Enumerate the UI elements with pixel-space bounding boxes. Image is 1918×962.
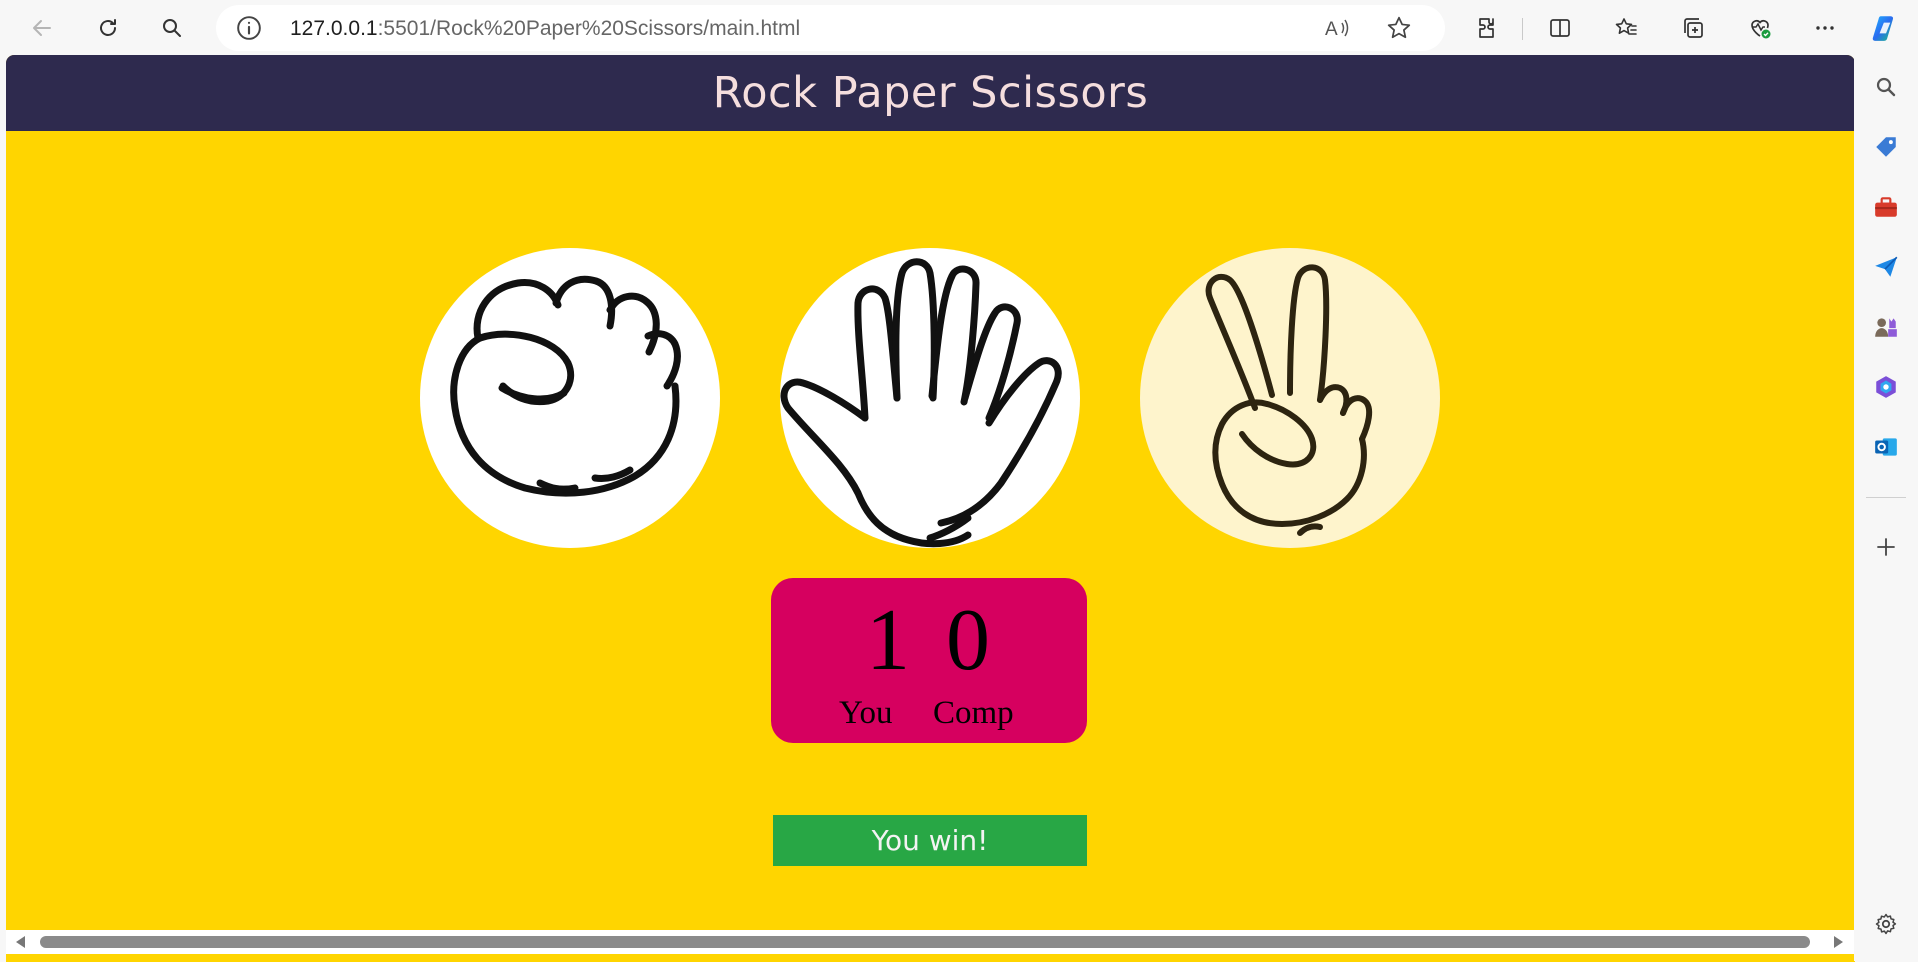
- search-icon[interactable]: [1872, 73, 1900, 101]
- url-path: :5501/Rock%20Paper%20Scissors/main.html: [377, 17, 801, 40]
- address-bar[interactable]: 127.0.0.1:5501/Rock%20Paper%20Scissors/m…: [216, 5, 1445, 51]
- sidebar-divider: [1866, 497, 1906, 498]
- favorite-star-icon[interactable]: [1386, 15, 1412, 41]
- favorites-icon[interactable]: [1606, 8, 1646, 48]
- svg-text:A: A: [1325, 19, 1338, 40]
- result-message: You win!: [773, 815, 1087, 866]
- scroll-right-arrow-icon[interactable]: [1834, 936, 1843, 948]
- read-aloud-icon[interactable]: A: [1324, 16, 1352, 40]
- browser-essentials-icon[interactable]: [1740, 8, 1780, 48]
- browser-toolbar: 127.0.0.1:5501/Rock%20Paper%20Scissors/m…: [0, 0, 1918, 55]
- copilot-icon[interactable]: [1866, 8, 1906, 48]
- horizontal-scrollbar[interactable]: [6, 930, 1855, 954]
- comp-score-label: Comp: [933, 695, 1014, 731]
- tools-icon[interactable]: [1872, 193, 1900, 221]
- choice-rock[interactable]: [420, 248, 720, 548]
- page-viewport: Rock Paper Scissors 1 0 You Comp You win…: [6, 55, 1855, 962]
- user-score: 1: [866, 592, 910, 689]
- result-message-text: You win!: [871, 824, 989, 857]
- url-text[interactable]: 127.0.0.1:5501/Rock%20Paper%20Scissors/m…: [290, 17, 800, 41]
- scroll-left-arrow-icon[interactable]: [16, 936, 25, 948]
- add-icon[interactable]: [1872, 533, 1900, 561]
- shopping-tag-icon[interactable]: [1872, 133, 1900, 161]
- page-title: Rock Paper Scissors: [712, 68, 1149, 118]
- user-score-label: You: [839, 695, 893, 731]
- browser-sidebar: [1854, 55, 1918, 961]
- choice-paper[interactable]: [780, 248, 1080, 548]
- scrollbar-thumb[interactable]: [40, 936, 1810, 948]
- paper-hand-icon: [780, 258, 1062, 548]
- site-info-icon[interactable]: [236, 15, 262, 41]
- games-icon[interactable]: [1872, 313, 1900, 341]
- split-screen-icon[interactable]: [1540, 8, 1580, 48]
- url-host: 127.0.0.1: [290, 17, 378, 40]
- refresh-icon[interactable]: [88, 8, 128, 48]
- more-icon[interactable]: [1805, 8, 1845, 48]
- comp-score: 0: [946, 592, 990, 689]
- rock-fist-icon: [450, 275, 681, 497]
- scoreboard: 1 0 You Comp: [771, 578, 1087, 743]
- outlook-icon[interactable]: [1872, 433, 1900, 461]
- search-icon[interactable]: [152, 8, 192, 48]
- send-icon[interactable]: [1872, 253, 1900, 281]
- collections-icon[interactable]: [1673, 8, 1713, 48]
- page-header: Rock Paper Scissors: [6, 55, 1855, 131]
- extensions-icon[interactable]: [1468, 8, 1508, 48]
- back-icon[interactable]: [22, 8, 62, 48]
- microsoft365-icon[interactable]: [1872, 373, 1900, 401]
- settings-icon[interactable]: [1872, 910, 1900, 938]
- choice-scissors[interactable]: [1140, 248, 1440, 548]
- scissors-hand-icon: [1205, 264, 1373, 536]
- toolbar-divider: [1522, 18, 1523, 40]
